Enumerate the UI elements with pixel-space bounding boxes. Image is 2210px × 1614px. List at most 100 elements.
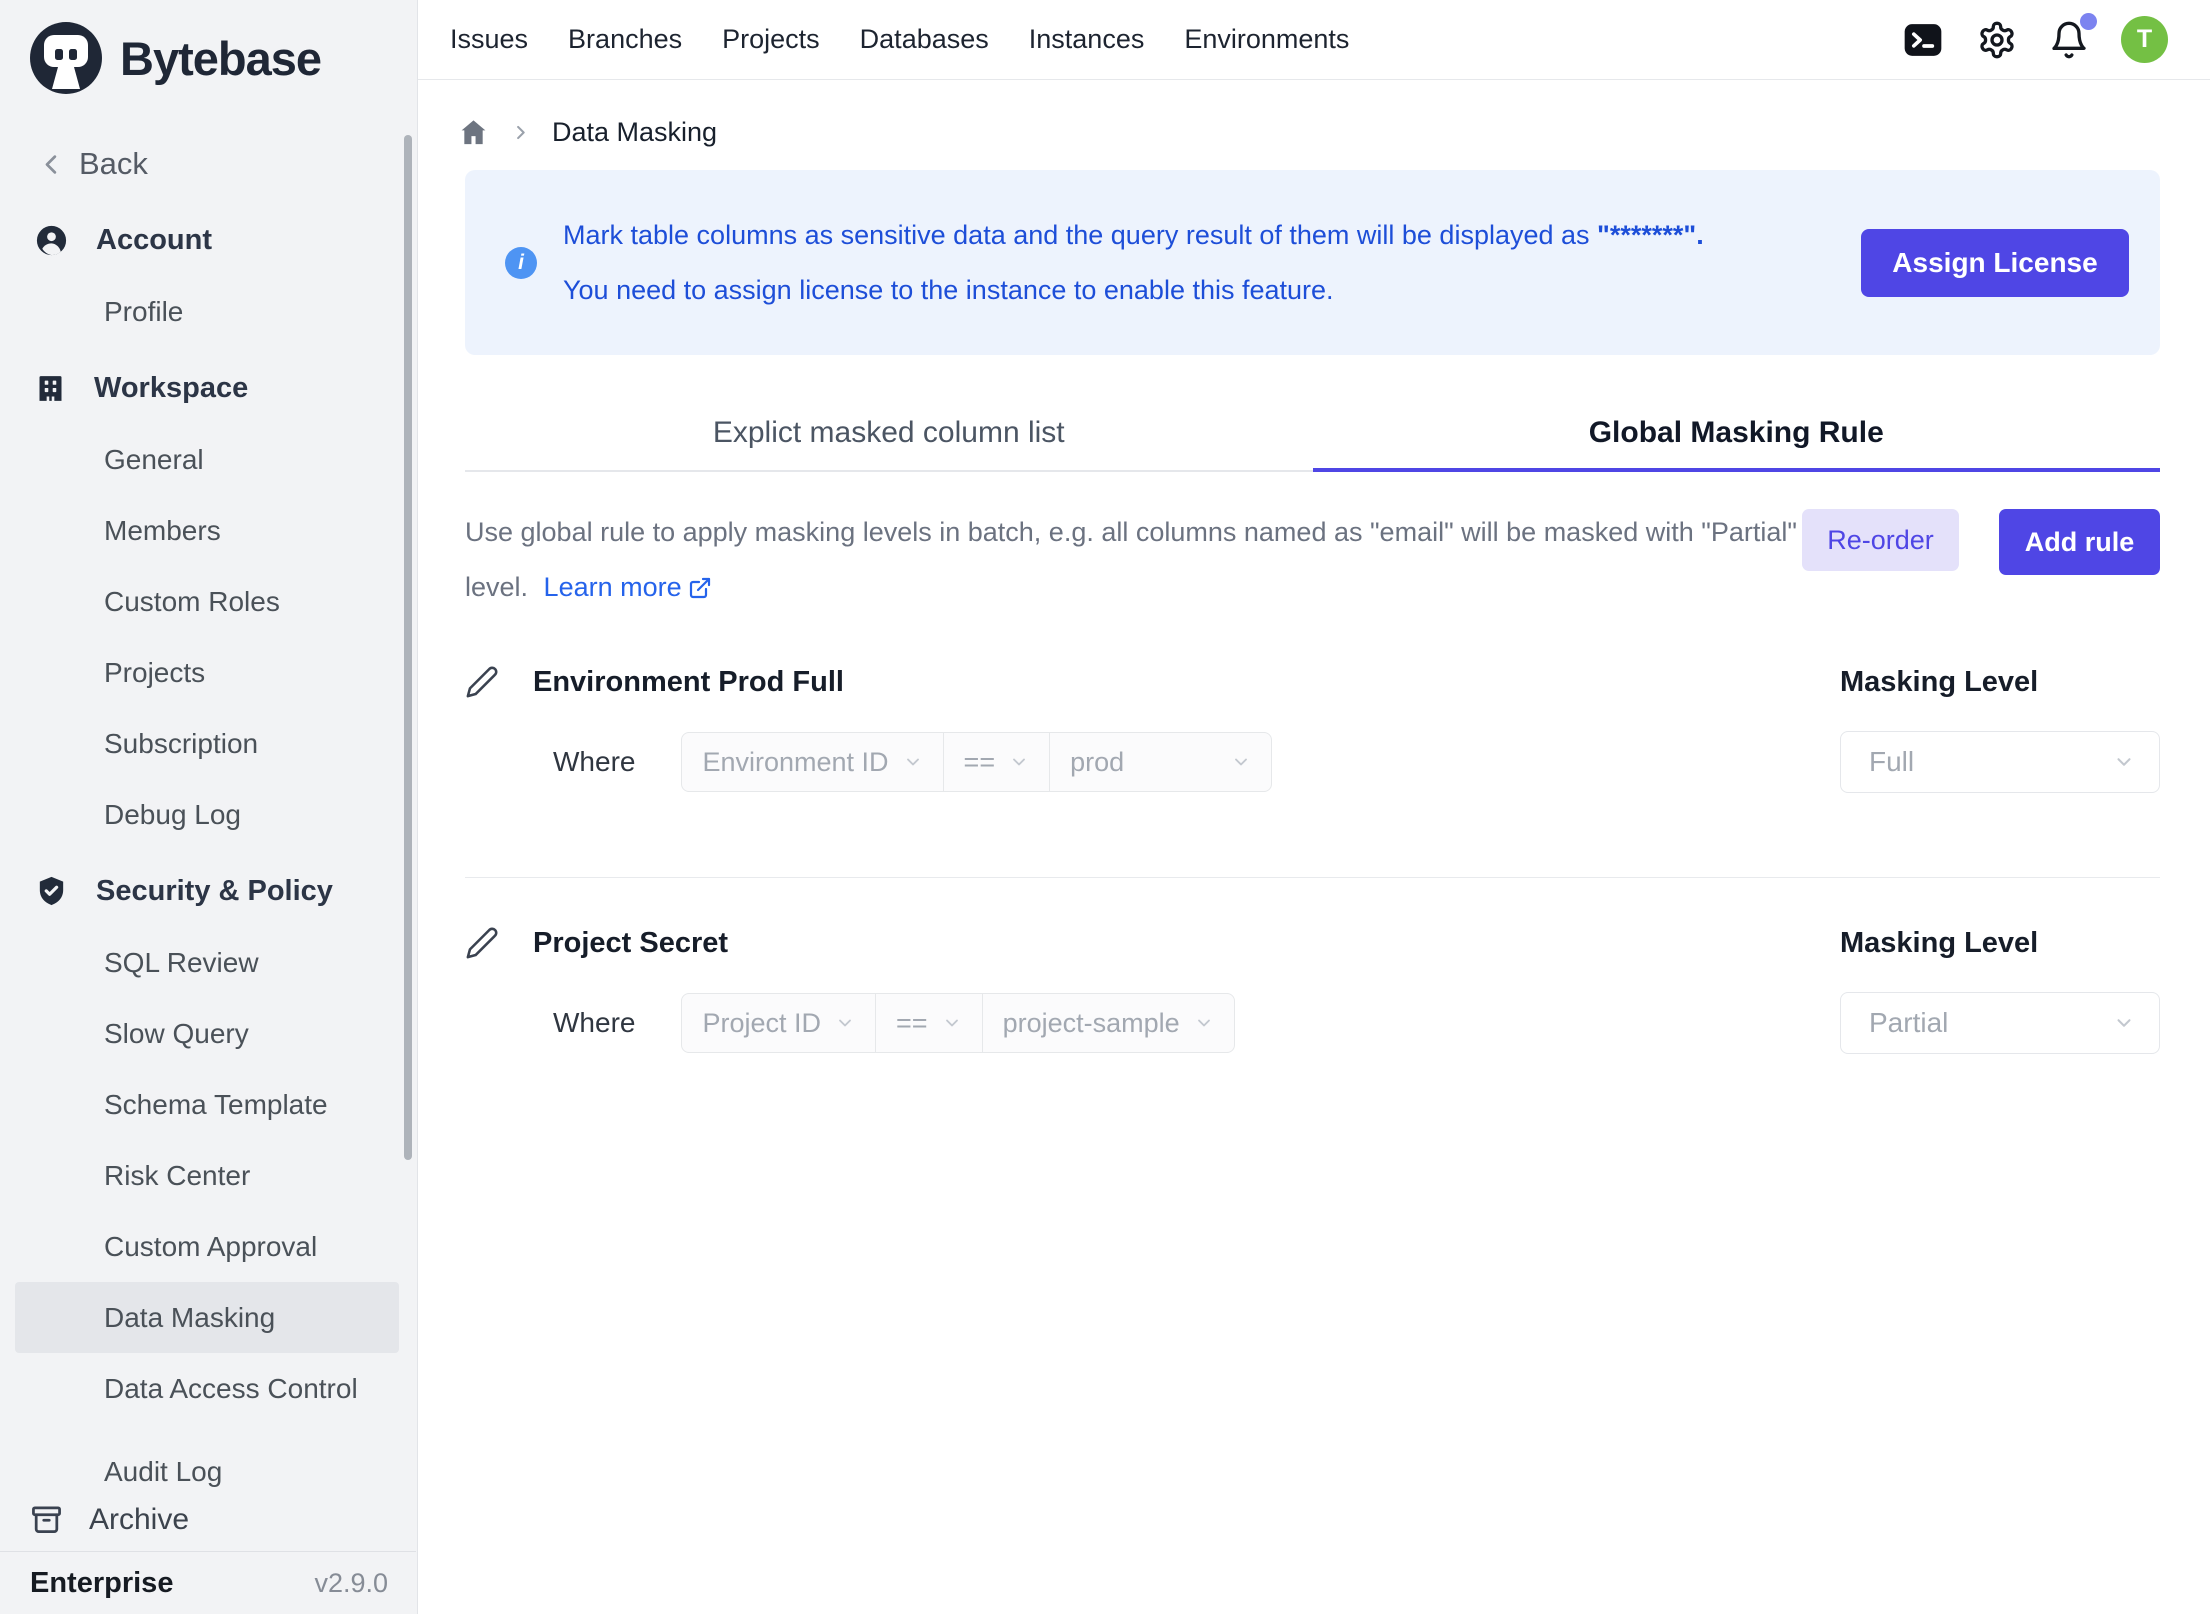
tab-bar: Explict masked column list Global Maskin… (465, 395, 2160, 472)
sidebar-item-schema-template[interactable]: Schema Template (0, 1069, 417, 1140)
top-nav: Issues Branches Projects Databases Insta… (450, 24, 1349, 55)
condition-field-select[interactable]: Project ID (682, 994, 875, 1052)
pencil-icon (465, 665, 499, 699)
nav-projects[interactable]: Projects (722, 24, 820, 55)
chevron-down-icon (2113, 751, 2135, 773)
sidebar-item-slow-query[interactable]: Slow Query (0, 998, 417, 1069)
chevron-down-icon (942, 1013, 962, 1033)
nav-environments[interactable]: Environments (1184, 24, 1349, 55)
bytebase-logo-icon (28, 20, 104, 96)
masking-rule-environment-prod-full: Environment Prod Full Masking Level Wher… (465, 647, 2160, 793)
edit-rule-button[interactable] (465, 926, 499, 960)
top-icons: T (1901, 16, 2168, 63)
sidebar-item-subscription[interactable]: Subscription (0, 708, 417, 779)
rules-toolbar: Use global rule to apply masking levels … (465, 505, 2160, 615)
masking-level-label: Masking Level (1840, 666, 2160, 699)
sidebar-section-workspace: Workspace (0, 353, 417, 424)
masking-level-select[interactable]: Partial (1840, 992, 2160, 1054)
tab-explicit-masked-column-list[interactable]: Explict masked column list (465, 395, 1313, 470)
assign-license-button[interactable]: Assign License (1861, 229, 2129, 297)
chevron-down-icon (1009, 752, 1029, 772)
chevron-down-icon (2113, 1012, 2135, 1034)
bytebase-app: Bytebase Back Account Profile (0, 0, 2210, 1614)
chevron-left-icon (38, 151, 65, 178)
chevron-down-icon (1231, 752, 1251, 772)
notification-dot (2080, 13, 2097, 30)
masking-level-select[interactable]: Full (1840, 731, 2160, 793)
sidebar-item-sql-review[interactable]: SQL Review (0, 927, 417, 998)
top-bar: Issues Branches Projects Databases Insta… (418, 0, 2210, 80)
sidebar-item-data-masking[interactable]: Data Masking (15, 1282, 399, 1353)
section-label: Security & Policy (96, 875, 333, 908)
condition-value-select[interactable]: project-sample (982, 994, 1234, 1052)
breadcrumb: Data Masking (458, 110, 2210, 155)
where-label: Where (553, 1007, 635, 1039)
avatar[interactable]: T (2121, 16, 2168, 63)
sql-editor-button[interactable] (1901, 20, 1945, 60)
masking-level-label: Masking Level (1840, 927, 2160, 960)
shield-check-icon (34, 874, 69, 909)
nav-databases[interactable]: Databases (860, 24, 989, 55)
sidebar-scrollbar[interactable] (404, 135, 412, 1160)
brand-name: Bytebase (120, 31, 321, 86)
condition-operator-select[interactable]: == (943, 733, 1050, 791)
section-label: Account (96, 224, 212, 257)
nav-instances[interactable]: Instances (1029, 24, 1145, 55)
sidebar-item-risk-center[interactable]: Risk Center (0, 1140, 417, 1211)
breadcrumb-current: Data Masking (552, 117, 717, 148)
condition-field-select[interactable]: Environment ID (682, 733, 942, 791)
reorder-button[interactable]: Re-order (1802, 509, 1959, 571)
home-icon[interactable] (458, 117, 489, 148)
sidebar-footer: Enterprise v2.9.0 (0, 1551, 416, 1614)
sidebar-item-data-access-control[interactable]: Data Access Control (0, 1353, 417, 1424)
license-banner: i Mark table columns as sensitive data a… (465, 170, 2160, 355)
condition-value-select[interactable]: prod (1049, 733, 1271, 791)
sidebar-item-debug-log[interactable]: Debug Log (0, 779, 417, 850)
main-area: Issues Branches Projects Databases Insta… (418, 0, 2210, 1614)
where-label: Where (553, 746, 635, 778)
bytebase-logo[interactable]: Bytebase (28, 20, 321, 96)
learn-more-link[interactable]: Learn more (544, 560, 712, 615)
sidebar-section-security-policy: Security & Policy (0, 856, 417, 927)
masking-rule-project-secret: Project Secret Masking Level Where Proje… (465, 908, 2160, 1054)
chevron-right-icon (511, 123, 530, 142)
rules-actions: Re-order Add rule (1802, 509, 2160, 615)
rule-divider (465, 877, 2160, 878)
rule-title: Project Secret (533, 927, 728, 960)
archive-icon (30, 1503, 63, 1536)
sidebar-item-custom-approval[interactable]: Custom Approval (0, 1211, 417, 1282)
version-label: v2.9.0 (314, 1568, 388, 1599)
sidebar-item-custom-roles[interactable]: Custom Roles (0, 566, 417, 637)
external-link-icon (688, 576, 712, 600)
sidebar-item-audit-log[interactable]: Audit Log (0, 1436, 417, 1488)
sidebar-section-account: Account (0, 205, 417, 276)
edit-rule-button[interactable] (465, 665, 499, 699)
sidebar-item-general[interactable]: General (0, 424, 417, 495)
masked-value: "*******". (1597, 220, 1704, 250)
plan-badge: Enterprise (30, 1567, 173, 1600)
sidebar-item-archive[interactable]: Archive (0, 1488, 416, 1551)
sidebar-item-projects[interactable]: Projects (0, 637, 417, 708)
chevron-down-icon (903, 752, 923, 772)
add-rule-button[interactable]: Add rule (1999, 509, 2160, 575)
tab-global-masking-rule[interactable]: Global Masking Rule (1313, 395, 2161, 470)
settings-button[interactable] (1977, 20, 2017, 60)
condition-operator-select[interactable]: == (875, 994, 982, 1052)
gear-icon (1977, 20, 2017, 60)
condition-group: Environment ID == prod (681, 732, 1272, 792)
sidebar: Bytebase Back Account Profile (0, 0, 418, 1614)
notifications-button[interactable] (2049, 20, 2089, 60)
info-icon: i (505, 247, 537, 279)
user-circle-icon (34, 223, 69, 258)
banner-text: Mark table columns as sensitive data and… (563, 208, 1704, 318)
nav-issues[interactable]: Issues (450, 24, 528, 55)
sidebar-item-members[interactable]: Members (0, 495, 417, 566)
sidebar-nav: Account Profile Workspace General Member… (0, 205, 417, 1488)
chevron-down-icon (1194, 1013, 1214, 1033)
sidebar-item-profile[interactable]: Profile (0, 276, 417, 347)
back-label: Back (79, 146, 148, 182)
building-icon (34, 372, 67, 405)
archive-label: Archive (89, 1503, 189, 1537)
nav-branches[interactable]: Branches (568, 24, 682, 55)
back-button[interactable]: Back (38, 146, 148, 182)
